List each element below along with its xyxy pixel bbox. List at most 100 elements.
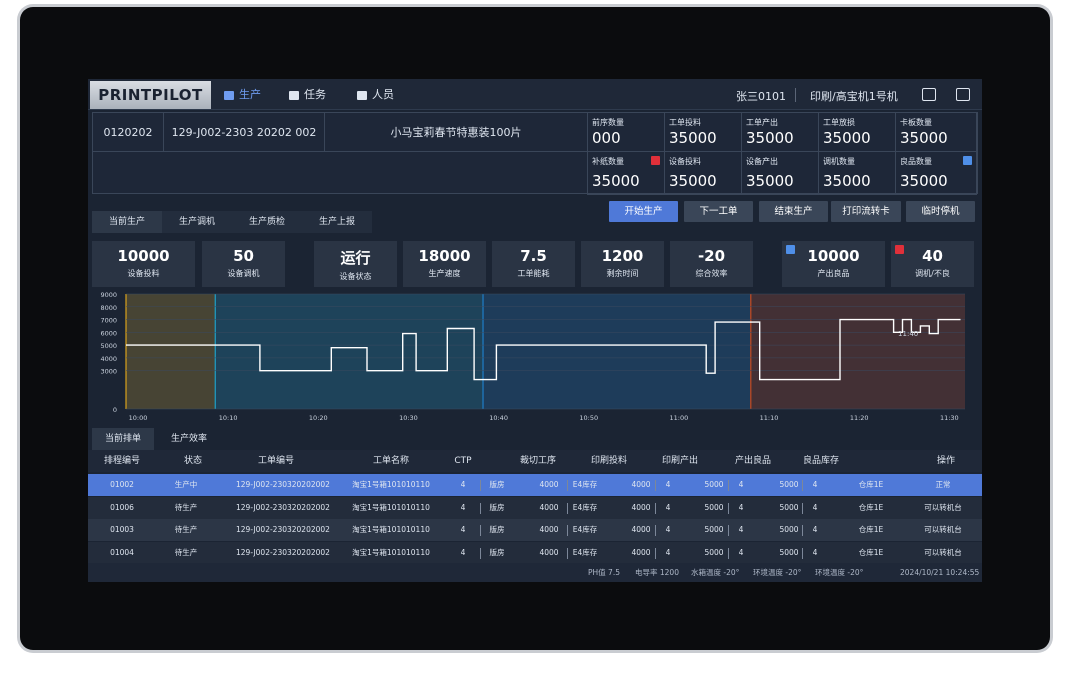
metric-value: 35000 [746,129,794,147]
y-tick-label: 5000 [100,342,117,350]
kpi-value: 18000 [418,247,471,265]
nav-tab-people[interactable]: 人员 [357,85,394,105]
nav-tab-task[interactable]: 任务 [289,85,326,105]
metric-value: 000 [592,129,621,147]
table-cell: 淘宝1号箱101010110 [352,502,430,512]
tab-current-schedule[interactable]: 当前排单 [92,428,154,450]
metric-label: 良品数量 [900,157,932,166]
start-production-button[interactable]: 开始生产 [609,201,678,222]
order-metric: 良品数量 35000 [896,152,977,195]
y-tick-label: 3000 [100,368,117,376]
user-name[interactable]: 张三0101 [736,88,786,104]
order-metric: 工单放损 35000 [819,113,896,152]
alert-flag-icon [651,156,660,165]
top-nav: PRINTPILOT 生产 任务 人员 张三0101 印刷/高宝机1号机 [88,79,982,110]
app-logo: PRINTPILOT [90,81,211,109]
order-info-panel: 0120202 129-J002-2303 20202 002 小马宝莉春节特惠… [92,112,978,195]
table-row[interactable]: 01006 待生产 129-J002-230320202002 淘宝1号箱101010… [88,496,982,519]
order-metric: 设备投料 35000 [665,152,742,195]
subtab-quality[interactable]: 生产质检 [232,211,302,233]
cell-divider [655,525,656,536]
kpi-equipment-status: 运行 设备状态 [314,241,397,287]
metric-value: 35000 [669,172,717,190]
kpi-efficiency: -20 综合效率 [670,241,753,287]
cell-divider [567,547,568,559]
cell-divider [655,502,656,514]
cell-divider [480,525,481,536]
nav-tab-production[interactable]: 生产 [224,85,261,105]
end-production-button[interactable]: 结束生产 [759,201,828,222]
metric-value: 35000 [900,129,948,147]
status-band [483,294,751,409]
person-icon [357,90,367,100]
table-cell[interactable]: 正常 [903,474,982,496]
folder-icon [289,90,299,100]
kpi-label: 设备投料 [127,269,160,278]
column-header[interactable]: 良品库存 [771,450,871,472]
table-row[interactable]: 01003 待生产 129-J002-230320202002 淘宝1号箱101010… [88,519,982,541]
metric-label: 设备产出 [746,157,778,166]
cell-divider [728,547,729,559]
kpi-value: 10000 [117,247,170,265]
order-id: 0120202 [93,113,164,152]
table-cell[interactable]: 可以转机台 [903,519,982,541]
metric-value: 35000 [669,129,717,147]
y-tick-label: 6000 [100,329,117,337]
kpi-remaining-time: 1200 剩余时间 [581,241,664,287]
x-tick-label: 10:10 [219,414,238,422]
kpi-adjust-defect: 40 调机/不良 [891,241,974,287]
metric-label: 工单产出 [746,118,778,127]
cell-divider [567,502,568,514]
table-cell: 129-J002-230320202002 [236,547,330,557]
column-header[interactable]: 操作 [896,450,982,472]
temporary-stop-button[interactable]: 临时停机 [906,201,975,222]
order-metric: 补纸数量 35000 [588,152,665,195]
switch-window-icon[interactable] [922,88,936,101]
order-name: 小马宝莉春节特惠装100片 [325,113,588,152]
kpi-value: 10000 [807,247,860,265]
cell-divider [802,480,803,491]
x-tick-label: 10:40 [489,414,508,422]
nav-tab-label: 人员 [372,88,394,101]
table-cell: 淘宝1号箱101010110 [352,480,430,489]
production-icon [224,90,234,100]
table-row[interactable]: 01004 待生产 129-J002-230320202002 淘宝1号箱101010… [88,541,982,564]
status-bar: PH值 7.5 电导率 1200 水箱温度 -20° 环境温度 -20° 环境温… [88,563,982,582]
kpi-label: 工单能耗 [517,269,550,278]
column-header[interactable]: 工单编号 [226,450,326,472]
print-card-button[interactable]: 打印流转卡 [831,201,901,222]
status-band [126,294,216,409]
order-metric: 卡板数量 35000 [896,113,977,152]
status-env-temp-2: 环境温度 -20° [815,568,864,577]
x-tick-label: 11:30 [940,414,959,422]
order-metric: 工单投料 35000 [665,113,742,152]
kpi-label: 生产速度 [428,269,461,278]
table-cell: 淘宝1号箱101010110 [352,525,430,534]
production-chart: 9000 8000 7000 6000 5000 4000 3000 0 10:00 10:10 1… [100,291,965,422]
table-cell: 129-J002-230320202002 [236,480,330,489]
table-row[interactable]: 01002 生产中 129-J002-230320202002 淘宝1号箱101010… [88,474,982,496]
nav-tab-label: 生产 [239,88,261,101]
kpi-label: 剩余时间 [606,269,639,278]
chart-annotation: 11:40 [898,330,918,338]
next-order-button[interactable]: 下一工单 [684,201,753,222]
nav-tab-label: 任务 [304,88,326,101]
subtab-report[interactable]: 生产上报 [302,211,372,233]
subtab-current-production[interactable]: 当前生产 [92,211,162,233]
metric-label: 设备投料 [669,157,701,166]
cell-divider [567,480,568,491]
cell-divider [480,480,481,491]
machine-name[interactable]: 印刷/高宝机1号机 [810,88,898,104]
metric-value: 35000 [900,172,948,190]
restore-window-icon[interactable] [956,88,970,101]
x-tick-label: 11:20 [850,414,869,422]
cell-divider [567,525,568,536]
tab-efficiency[interactable]: 生产效率 [158,428,220,450]
y-tick-label: 7000 [100,317,117,325]
y-tick-label: 0 [113,406,117,414]
kpi-label: 调机/不良 [915,269,950,278]
table-cell[interactable]: 可以转机台 [903,497,982,519]
subtab-adjust[interactable]: 生产调机 [162,211,232,233]
table-cell: 待生产 [174,525,198,534]
table-cell[interactable]: 可以转机台 [903,542,982,564]
